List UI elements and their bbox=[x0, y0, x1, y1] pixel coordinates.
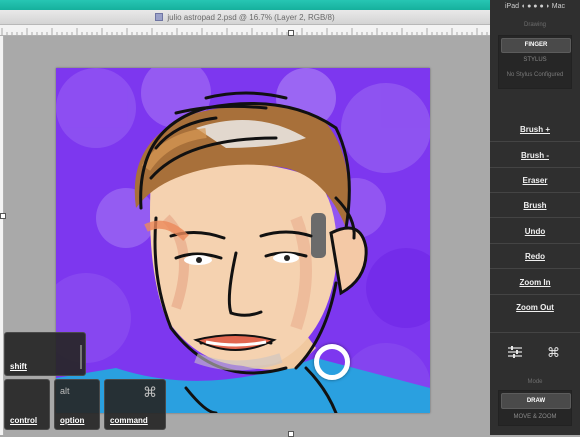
brush-plus-button[interactable]: Brush + bbox=[490, 125, 580, 134]
sliders-icon[interactable] bbox=[508, 346, 522, 361]
option-key-label: option bbox=[60, 416, 85, 425]
divider bbox=[490, 192, 580, 193]
draw-mode-option[interactable]: DRAW bbox=[501, 393, 571, 409]
divider bbox=[490, 294, 580, 295]
brush-button[interactable]: Brush bbox=[490, 201, 580, 210]
key-grip bbox=[80, 345, 82, 369]
divider bbox=[490, 217, 580, 218]
left-ruler bbox=[0, 36, 4, 435]
astropad-side-panel: iPad ◖ ● ● ● ◗ Mac Drawing FINGER STYLUS… bbox=[490, 0, 580, 435]
drawing-section-label: Drawing bbox=[523, 22, 546, 28]
brush-minus-button[interactable]: Brush - bbox=[490, 151, 580, 160]
selection-handle-top[interactable] bbox=[288, 30, 294, 36]
option-alt-label: alt bbox=[60, 386, 70, 396]
mode-section-label: Mode bbox=[527, 379, 543, 385]
divider bbox=[490, 268, 580, 269]
device-connection-status: iPad ◖ ● ● ● ◗ Mac bbox=[504, 3, 566, 10]
document-title: julio astropad 2.psd @ 16.7% (Layer 2, R… bbox=[167, 12, 335, 22]
eraser-button[interactable]: Eraser bbox=[490, 176, 580, 185]
stylus-option[interactable]: STYLUS bbox=[501, 54, 569, 67]
brush-cursor-ring bbox=[314, 344, 350, 380]
control-key-label: control bbox=[10, 416, 38, 425]
shift-key-label: shift bbox=[10, 362, 27, 371]
command-shortcut-icon[interactable]: ⌘ bbox=[547, 345, 560, 361]
command-symbol-icon: ⌘ bbox=[143, 384, 157, 400]
drawing-canvas[interactable] bbox=[56, 68, 430, 413]
document-icon bbox=[155, 13, 164, 21]
top-accent-strip bbox=[0, 0, 490, 10]
divider bbox=[490, 243, 580, 244]
selection-handle-left[interactable] bbox=[0, 213, 6, 219]
undo-button[interactable]: Undo bbox=[490, 227, 580, 236]
mode-selector: DRAW MOVE & ZOOM bbox=[498, 390, 572, 426]
shift-key[interactable]: shift bbox=[4, 332, 86, 376]
divider bbox=[490, 167, 580, 168]
finger-option[interactable]: FINGER bbox=[501, 38, 571, 53]
zoom-in-button[interactable]: Zoom In bbox=[490, 278, 580, 287]
redo-button[interactable]: Redo bbox=[490, 252, 580, 261]
control-key[interactable]: control bbox=[4, 379, 50, 430]
option-key[interactable]: alt option bbox=[54, 379, 100, 430]
document-title-bar: julio astropad 2.psd @ 16.7% (Layer 2, R… bbox=[0, 10, 490, 25]
top-ruler bbox=[0, 25, 490, 36]
selection-handle-bottom[interactable] bbox=[288, 431, 294, 437]
no-stylus-message: No Stylus Configured bbox=[506, 72, 564, 78]
command-key[interactable]: ⌘ command bbox=[104, 379, 166, 430]
move-zoom-mode-option[interactable]: MOVE & ZOOM bbox=[501, 410, 569, 424]
zoom-out-button[interactable]: Zoom Out bbox=[490, 303, 580, 312]
divider bbox=[490, 141, 580, 142]
input-mode-selector: FINGER STYLUS No Stylus Configured bbox=[498, 35, 572, 89]
command-key-label: command bbox=[110, 416, 148, 425]
divider bbox=[490, 332, 580, 333]
